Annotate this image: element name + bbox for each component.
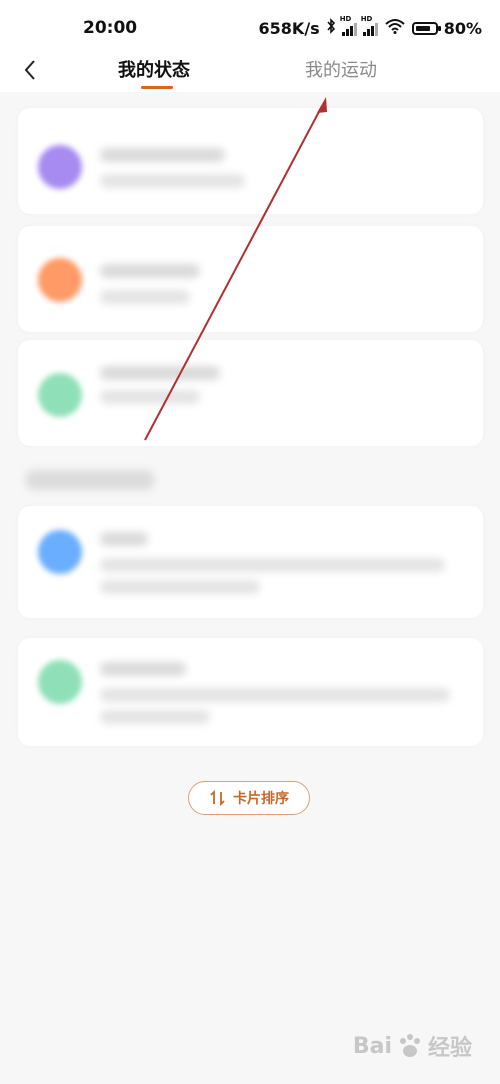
nav-bar: 我的状态 我的运动 [0,52,500,92]
status-icons: 658K/s HD HD 80% [258,15,482,39]
card-icon [38,373,82,417]
tab-active-indicator [141,86,173,89]
card-sort-button[interactable]: 卡片排序 [188,781,310,815]
status-card[interactable] [18,638,483,746]
battery-percent: 80% [443,18,482,38]
status-time: 20:00 [83,18,138,38]
card-icon [38,530,82,574]
hd-signal-icon: HD [340,15,357,36]
status-card[interactable] [18,108,483,214]
card-sort-label: 卡片排序 [233,791,289,807]
bluetooth-icon [326,18,336,38]
hd-signal-icon: HD [361,15,378,36]
tab-my-status[interactable]: 我的状态 [118,56,190,82]
back-button[interactable] [14,54,46,86]
status-card[interactable] [18,340,483,446]
card-icon [38,660,82,704]
status-bar: 20:00 658K/s HD HD 80% [0,0,500,52]
chevron-left-icon [24,60,35,80]
section-heading [26,470,154,490]
watermark-text: Bai [352,1033,392,1059]
watermark-logo: Bai 经验 [353,1030,472,1062]
status-card[interactable] [18,226,483,332]
paw-icon [399,1034,420,1057]
sort-icon [210,790,225,806]
network-speed: 658K/s [258,18,320,38]
watermark-suffix: 经验 [427,1036,472,1061]
tab-my-exercise[interactable]: 我的运动 [305,56,377,82]
card-icon [38,258,82,302]
wifi-icon [384,18,406,38]
card-icon [38,145,82,189]
battery-icon [411,21,441,35]
status-card[interactable] [18,506,483,618]
